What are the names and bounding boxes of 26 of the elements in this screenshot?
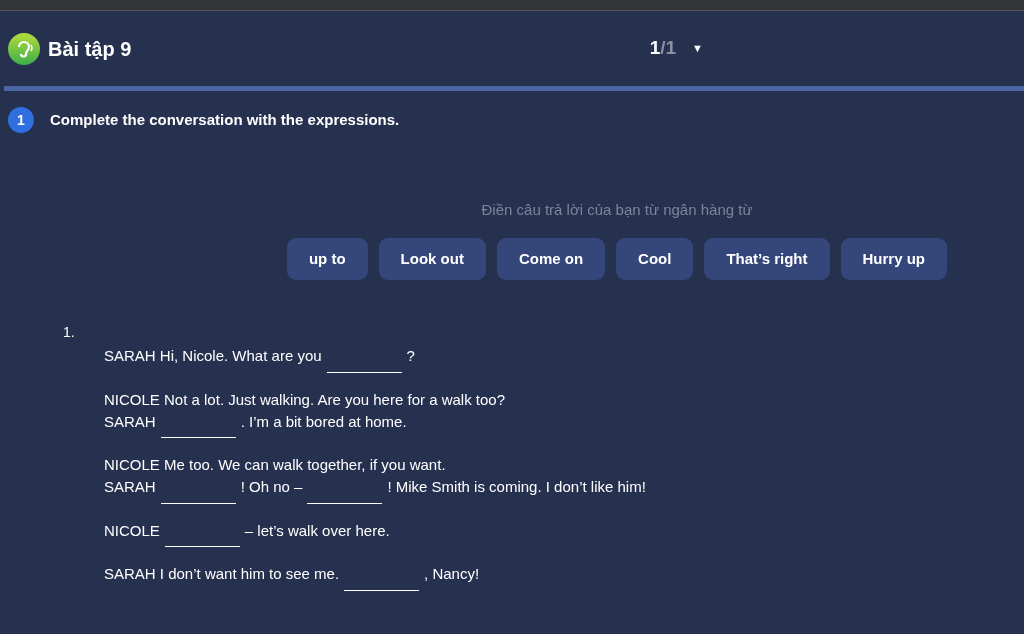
page-selector[interactable]: 1/1 ▼ bbox=[649, 34, 703, 63]
dialogue-text: – let’s walk over here. bbox=[244, 521, 390, 539]
dialogue-text: . I’m a bit bored at home. bbox=[240, 412, 407, 430]
dialogue-text: ? bbox=[406, 347, 415, 364]
word-bank-hint: Điền câu trả lời của bạn từ ngân hàng từ bbox=[481, 200, 753, 220]
word-chip[interactable]: Cool bbox=[616, 237, 694, 280]
dialogue-text: SARAH I don’t want him to see me. bbox=[104, 565, 340, 582]
dialogue-text: ! Oh no – bbox=[240, 478, 303, 495]
dialogue-text: SARAH Hi, Nicole. What are you bbox=[104, 347, 322, 364]
word-chip[interactable]: That’s right bbox=[704, 237, 830, 280]
dialogue-text: , Nancy! bbox=[424, 565, 480, 582]
dialogue-text: SARAH bbox=[104, 478, 156, 495]
ear-icon bbox=[8, 32, 40, 65]
dialogue-text: ! Mike Smith is coming. I don’t like him! bbox=[387, 478, 646, 495]
dialogue-text: SARAH bbox=[104, 412, 156, 430]
word-chip[interactable]: Look out bbox=[378, 237, 486, 280]
word-chip[interactable]: up to bbox=[286, 237, 368, 280]
word-chip[interactable]: Come on bbox=[496, 237, 606, 280]
dialogue-text: NICOLE bbox=[104, 521, 160, 539]
word-chip[interactable]: Hurry up bbox=[840, 237, 948, 280]
dialogue-text: NICOLE Not a lot. Just walking. Are you here for a walk too? bbox=[104, 390, 506, 408]
question-number: 1 bbox=[8, 107, 34, 133]
dialogue-text: NICOLE Me too. We can walk together, if you want. bbox=[104, 456, 446, 473]
item-number: 1. bbox=[63, 323, 76, 342]
question-text: Complete the conversation with the expressions. bbox=[50, 109, 400, 130]
exercise-title: Bài tập 9 bbox=[48, 36, 132, 62]
